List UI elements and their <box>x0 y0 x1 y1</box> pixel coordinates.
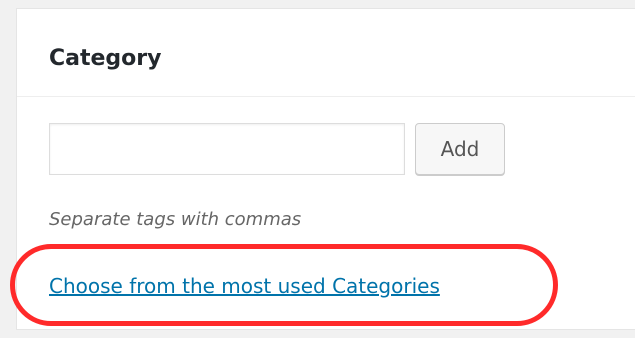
tags-hint-text: Separate tags with commas <box>49 209 302 230</box>
tag-input[interactable] <box>49 123 405 175</box>
add-button[interactable]: Add <box>415 123 505 175</box>
category-panel: Category Add Separate tags with commas C… <box>16 8 635 330</box>
most-used-categories-link[interactable]: Choose from the most used Categories <box>49 273 440 299</box>
panel-title: Category <box>49 46 162 71</box>
panel-header: Category <box>17 9 635 97</box>
